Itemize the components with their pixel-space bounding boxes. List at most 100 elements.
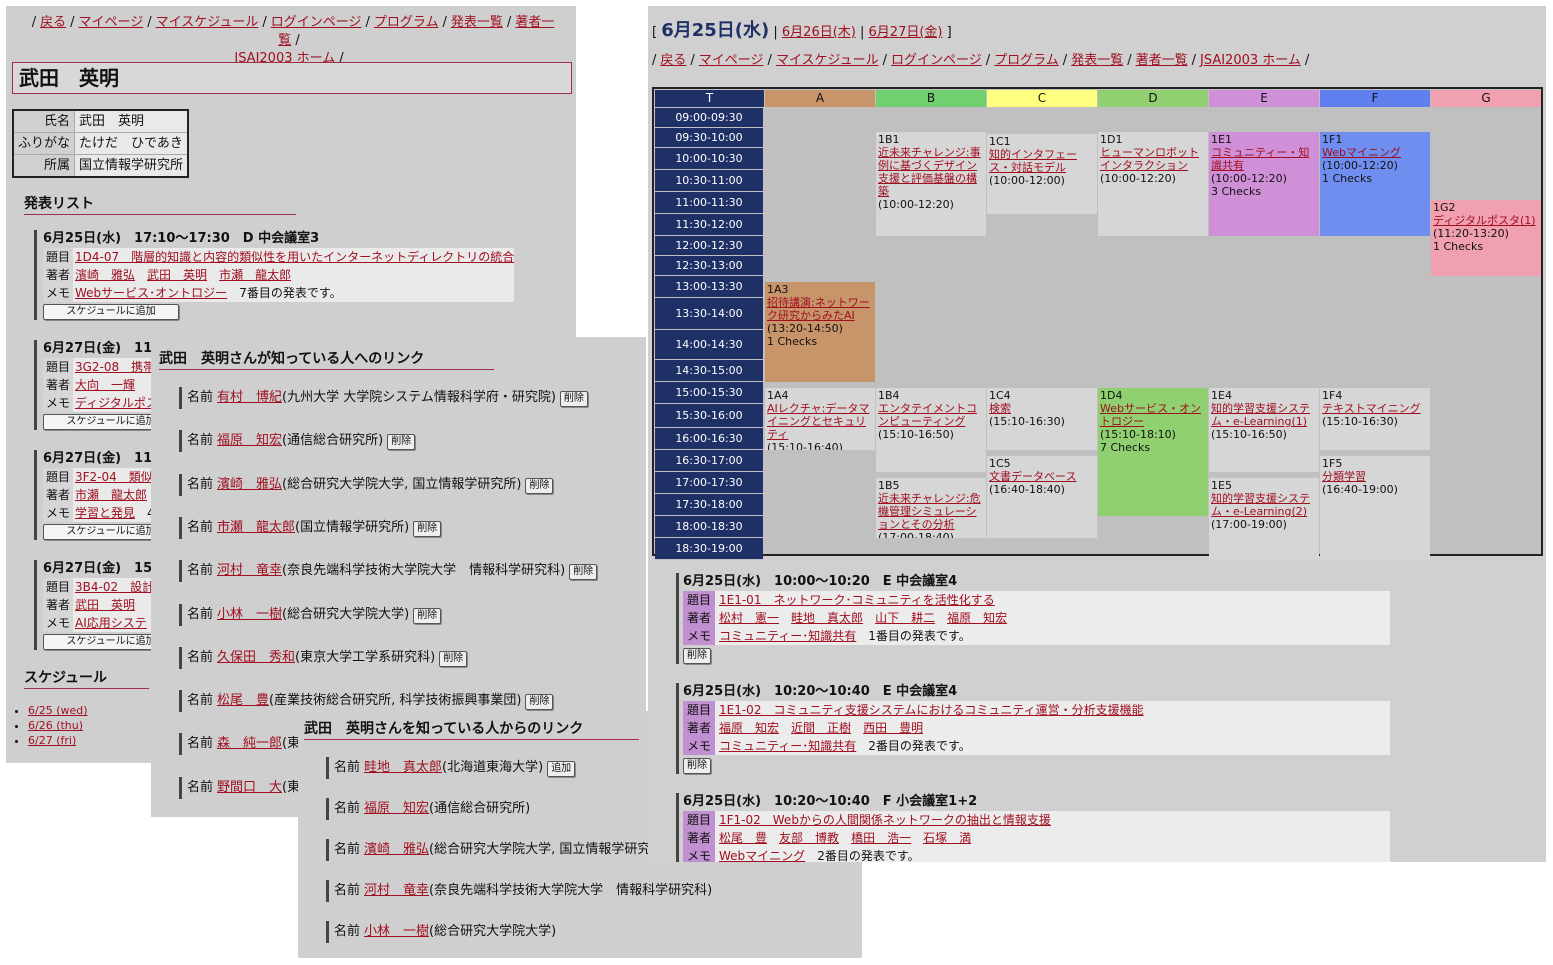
session-cell[interactable]: 1A4 AIレクチャ:データマイニングとセキュリティ (15:10-16:40) bbox=[765, 388, 875, 450]
add-button[interactable]: 追加 bbox=[547, 761, 576, 777]
session-title-link[interactable]: 知的学習支援システム・e-Learning(2) bbox=[1211, 492, 1317, 518]
session-cell[interactable]: 1F5 分類学習 (16:40-19:00) bbox=[1320, 456, 1430, 560]
session-title-link[interactable]: 文書データベース bbox=[989, 470, 1095, 483]
session-cell[interactable]: 1A3 招待講演:ネットワーク研究からみたAI (13:20-14:50) 1 Che… bbox=[765, 282, 875, 382]
session-title-link[interactable]: 近未来チャレンジ:事例に基づくデザイン支援と評価基盤の構築 bbox=[878, 146, 984, 198]
person-link[interactable]: 久保田 秀和 bbox=[217, 650, 295, 665]
author-link[interactable]: 濱崎 雅弘 bbox=[75, 268, 135, 282]
person-link[interactable]: 市瀬 龍太郎 bbox=[217, 520, 295, 535]
author-link[interactable]: 福原 知宏 bbox=[719, 721, 779, 735]
delete-button[interactable]: 削除 bbox=[439, 650, 468, 667]
person-link[interactable]: 濱崎 雅弘 bbox=[364, 842, 429, 857]
session-cell[interactable]: 1D4 Webサービス・オントロジー (15:10-18:10) 7 Checks bbox=[1098, 388, 1208, 516]
author-link[interactable]: 近間 正樹 bbox=[791, 721, 851, 735]
session-cell[interactable]: 1F4 テキストマイニング (15:10-16:30) bbox=[1320, 388, 1430, 450]
delete-button[interactable]: 削除 bbox=[569, 564, 598, 581]
author-link[interactable]: 橋田 浩一 bbox=[851, 831, 911, 845]
author-link[interactable]: 山下 耕二 bbox=[875, 611, 935, 625]
session-title-link[interactable]: Webマイニング bbox=[1322, 146, 1428, 159]
person-link[interactable]: 濱崎 雅弘 bbox=[217, 477, 282, 492]
person-link[interactable]: 小林 一樹 bbox=[364, 924, 429, 939]
session-title-link[interactable]: エンタテイメントコンピューティング bbox=[878, 402, 984, 428]
memo-link[interactable]: AI応用システ bbox=[75, 616, 147, 630]
person-link[interactable]: 森 純一郎 bbox=[217, 736, 282, 751]
delete-button[interactable]: 削除 bbox=[525, 694, 554, 711]
session-title-link[interactable]: コミュニティー・知識共有 bbox=[1211, 146, 1317, 172]
memo-link[interactable]: 学習と発見 bbox=[75, 506, 135, 520]
author-link[interactable]: 武田 英明 bbox=[147, 268, 207, 282]
session-cell[interactable]: 1C1 知的インタフェース・対話モデル (10:00-12:00) bbox=[987, 134, 1097, 214]
nav-presentations[interactable]: 発表一覧 bbox=[1071, 53, 1123, 68]
person-link[interactable]: 小林 一樹 bbox=[217, 607, 282, 622]
session-cell[interactable]: 1E4 知的学習支援システム・e-Learning(1) (15:10-16:50) bbox=[1209, 388, 1319, 472]
session-cell[interactable]: 1G2 ディジタルポスタ(1) (11:20-13:20) 1 Checks bbox=[1431, 200, 1541, 276]
author-link[interactable]: 友部 博教 bbox=[779, 831, 839, 845]
session-title-link[interactable]: AIレクチャ:データマイニングとセキュリティ bbox=[767, 402, 873, 441]
nav-back[interactable]: 戻る bbox=[40, 15, 66, 30]
session-cell[interactable]: 1E5 知的学習支援システム・e-Learning(2) (17:00-19:00) bbox=[1209, 478, 1319, 560]
session-cell[interactable]: 1C5 文書データベース (16:40-18:40) bbox=[987, 456, 1097, 538]
entry-title-link[interactable]: 1D4-07 階層的知識と内容的類似性を用いたインターネットディレクトリの統合 bbox=[75, 250, 514, 264]
nav-home[interactable]: JSAI2003 ホーム bbox=[1200, 53, 1301, 68]
session-cell[interactable]: 1B1 近未来チャレンジ:事例に基づくデザイン支援と評価基盤の構築 (10:00-1… bbox=[876, 132, 986, 236]
person-link[interactable]: 河村 竜幸 bbox=[217, 563, 282, 578]
nav-authors[interactable]: 著者一覧 bbox=[1136, 53, 1188, 68]
entry-title-link[interactable]: 3B4-02 設計 bbox=[75, 580, 154, 594]
nav-login[interactable]: ログインページ bbox=[891, 53, 982, 68]
nav-login[interactable]: ログインページ bbox=[271, 15, 362, 30]
session-title-link[interactable]: 知的学習支援システム・e-Learning(1) bbox=[1211, 402, 1317, 428]
memo-link[interactable]: Webマイニング bbox=[719, 849, 805, 862]
session-title-link[interactable]: 検索 bbox=[989, 402, 1095, 415]
memo-link[interactable]: ディジタルポス bbox=[75, 396, 158, 410]
session-cell[interactable]: 1D1 ヒューマンロボットインタラクション (10:00-12:20) bbox=[1098, 132, 1208, 236]
entry-title-link[interactable]: 3F2-04 類似 bbox=[75, 470, 153, 484]
event-title-link[interactable]: 1E1-01 ネットワーク･コミュニティを活性化する bbox=[719, 593, 995, 607]
session-title-link[interactable]: 分類学習 bbox=[1322, 470, 1428, 483]
delete-button[interactable]: 削除 bbox=[559, 391, 588, 407]
session-cell[interactable]: 1C4 検索 (15:10-16:30) bbox=[987, 388, 1097, 450]
person-link[interactable]: 畦地 真太郎 bbox=[364, 760, 442, 775]
nav-mypage[interactable]: マイページ bbox=[78, 15, 143, 30]
add-to-schedule-button[interactable]: スケジュールに追加 bbox=[43, 304, 179, 320]
delete-button[interactable]: 削除 bbox=[413, 520, 442, 537]
delete-button[interactable]: 削除 bbox=[683, 648, 711, 664]
author-link[interactable]: 松尾 豊 bbox=[719, 831, 767, 845]
delete-button[interactable]: 削除 bbox=[525, 477, 554, 494]
person-link[interactable]: 野間口 大 bbox=[217, 780, 282, 795]
author-link[interactable]: 市瀬 龍太郎 bbox=[219, 268, 291, 282]
session-cell[interactable]: 1B5 近未来チャレンジ:危機管理シミュレーションとその分析 (17:00-18:4… bbox=[876, 478, 986, 538]
author-link[interactable]: 福原 知宏 bbox=[947, 611, 1007, 625]
session-cell[interactable]: 1B4 エンタテイメントコンピューティング (15:10-16:50) bbox=[876, 388, 986, 472]
nav-presentations[interactable]: 発表一覧 bbox=[451, 15, 503, 30]
session-title-link[interactable]: 招待講演:ネットワーク研究からみたAI bbox=[767, 296, 873, 322]
day-link-0626[interactable]: 6月26日(木) bbox=[782, 25, 856, 40]
author-link[interactable]: 西田 豊明 bbox=[863, 721, 923, 735]
delete-button[interactable]: 削除 bbox=[413, 607, 442, 624]
nav-mypage[interactable]: マイページ bbox=[699, 53, 764, 68]
author-link[interactable]: 石塚 満 bbox=[923, 831, 971, 845]
schedule-link-0627[interactable]: 6/27 (fri) bbox=[28, 734, 76, 747]
nav-program[interactable]: プログラム bbox=[374, 15, 439, 30]
session-title-link[interactable]: ディジタルポスタ(1) bbox=[1433, 214, 1539, 227]
author-link[interactable]: 松村 憲一 bbox=[719, 611, 779, 625]
delete-button[interactable]: 削除 bbox=[683, 758, 711, 774]
author-link[interactable]: 畦地 真太郎 bbox=[791, 611, 863, 625]
session-title-link[interactable]: ヒューマンロボットインタラクション bbox=[1100, 146, 1206, 172]
day-link-0627[interactable]: 6月27日(金) bbox=[869, 25, 943, 40]
delete-button[interactable]: 削除 bbox=[387, 434, 416, 451]
author-link[interactable]: 武田 英明 bbox=[75, 598, 135, 612]
author-link[interactable]: 大向 一輝 bbox=[75, 378, 135, 392]
person-link[interactable]: 福原 知宏 bbox=[364, 801, 429, 816]
person-link[interactable]: 松尾 豊 bbox=[217, 693, 269, 708]
memo-link[interactable]: コミュニティー･知識共有 bbox=[719, 629, 856, 643]
session-title-link[interactable]: テキストマイニング bbox=[1322, 402, 1428, 415]
person-link[interactable]: 有村 博紀 bbox=[217, 390, 282, 405]
memo-link[interactable]: コミュニティー･知識共有 bbox=[719, 739, 856, 753]
session-title-link[interactable]: 近未来チャレンジ:危機管理シミュレーションとその分析 bbox=[878, 492, 984, 531]
person-link[interactable]: 福原 知宏 bbox=[217, 433, 282, 448]
nav-back[interactable]: 戻る bbox=[660, 53, 686, 68]
session-title-link[interactable]: 知的インタフェース・対話モデル bbox=[989, 148, 1095, 174]
event-title-link[interactable]: 1F1-02 Webからの人間関係ネットワークの抽出と情報支援 bbox=[719, 813, 1051, 827]
entry-title-link[interactable]: 3G2-08 携帯 bbox=[75, 360, 155, 374]
session-cell[interactable]: 1F1 Webマイニング (10:00-12:20) 1 Checks bbox=[1320, 132, 1430, 236]
